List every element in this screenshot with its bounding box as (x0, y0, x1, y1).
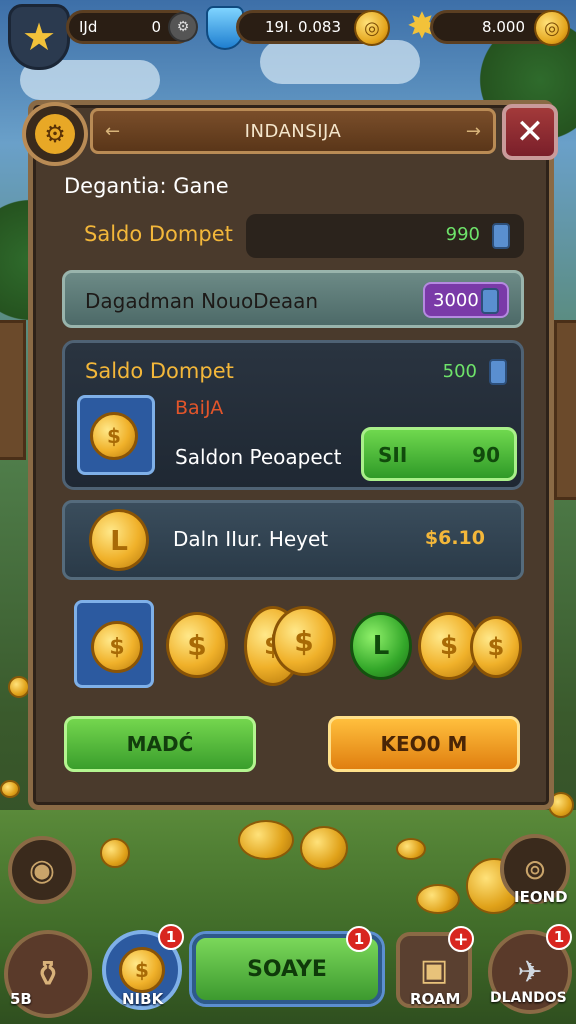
settings-button[interactable]: ⚙ (22, 102, 88, 166)
wallet-label: Saldo Dompet (84, 222, 233, 246)
balance-card: Saldo Dompet 500 $ BaiJA Saldon Peoapect… (62, 340, 524, 490)
balance-card-label: Saldo Dompet (85, 359, 234, 383)
right-action-button[interactable]: KEO0 M (328, 716, 520, 772)
hut (554, 320, 576, 500)
payout-row-value: $6.10 (424, 527, 485, 549)
dialog-title: INDANSIJA (244, 120, 342, 142)
coin-option[interactable]: $ (272, 606, 336, 676)
gems-value: 19I. 0.083 (265, 18, 341, 36)
hut (0, 320, 26, 460)
scattered-coin (238, 820, 294, 860)
star-icon[interactable]: ★ (8, 4, 70, 70)
balance-card-sub: BaiJA (175, 397, 224, 419)
nav-item-1-label: 5B (10, 990, 32, 1008)
settings-mini-icon[interactable]: ⚙ (168, 12, 198, 42)
scroll-icon: ⊚ (523, 852, 547, 886)
scattered-coin (0, 780, 20, 798)
balance-pill-button[interactable]: SII 90 (361, 427, 517, 481)
payout-row[interactable]: L Daln IIur. Heyet $6.10 (62, 500, 524, 580)
satchel-icon: ⚱ (32, 953, 64, 995)
top-resource-bar: ★ IJd 0 ⚙ 19I. 0.083 ◎ ✸ 8.000 ◎ (0, 0, 576, 70)
player-label: IJd (79, 18, 98, 36)
wallet-value-box: 990 (246, 214, 524, 258)
scattered-coin (396, 838, 426, 860)
gear-icon: ⚙ (35, 114, 75, 154)
left-action-button[interactable]: MADĆ (64, 716, 256, 772)
notification-badge: 1 (158, 924, 184, 950)
arrow-left-icon: ← (105, 121, 121, 142)
coin-stack-icon: $ (77, 395, 155, 475)
side-menu-label: IEOND (514, 888, 568, 906)
info-row-value-box: 3000 (423, 282, 509, 318)
balance-card-desc: Saldon Peoapect (175, 445, 342, 469)
close-button[interactable]: ✕ (502, 104, 558, 160)
compass-icon: ◉ (28, 852, 56, 888)
balance-pill-left: SII (378, 443, 408, 467)
info-row-label: Dagadman NouoDeaan (85, 289, 319, 313)
info-row[interactable]: Dagadman NouoDeaan 3000 (62, 270, 524, 328)
scattered-coin (100, 838, 130, 868)
coin-icon: $ (119, 947, 165, 993)
green-coin-option[interactable]: L (350, 612, 412, 680)
player-value: 0 (151, 18, 161, 36)
payout-row-label: Daln IIur. Heyet (173, 527, 329, 551)
balance-pill-right: 90 (472, 443, 500, 467)
nav-item-2-label: NIBK (122, 990, 164, 1008)
dialog-subtitle: Degantia: Gane (64, 174, 229, 198)
dialog-header: ← INDANSIJA → (90, 108, 496, 154)
scattered-coin (8, 676, 30, 698)
gold-value: 8.000 (482, 18, 525, 36)
gold-coin-icon[interactable]: ◎ (354, 10, 390, 46)
wallet-value: 990 (445, 224, 480, 245)
coin-option[interactable]: $ (470, 616, 522, 678)
airship-icon: ✈ (517, 954, 543, 990)
nav-item-4-label: ROAM (410, 990, 461, 1008)
coin-icon: $ (91, 621, 143, 673)
close-icon: ✕ (515, 112, 545, 152)
balance-card-value: 500 (442, 361, 477, 382)
arrow-right-icon: → (465, 121, 481, 142)
chip-icon (492, 223, 510, 249)
coin-icon: $ (90, 412, 138, 460)
coin-icon: L (89, 509, 149, 571)
plus-badge: + (448, 926, 474, 952)
gold-coin-icon[interactable]: ◎ (534, 10, 570, 46)
nav-item-5-label: DLANDOS (490, 990, 567, 1006)
chest-icon: ▣ (419, 952, 449, 988)
chip-icon (481, 288, 499, 314)
scattered-coin (300, 826, 348, 870)
coin-pack-tile[interactable]: $ (74, 600, 154, 688)
notification-badge: 1 (346, 926, 372, 952)
scattered-coin (416, 884, 460, 914)
notification-badge: 1 (546, 924, 572, 950)
compass-button[interactable]: ◉ (8, 836, 76, 904)
info-row-value: 3000 (433, 290, 479, 311)
coin-option[interactable]: $ (166, 612, 228, 678)
chip-icon (489, 359, 507, 385)
